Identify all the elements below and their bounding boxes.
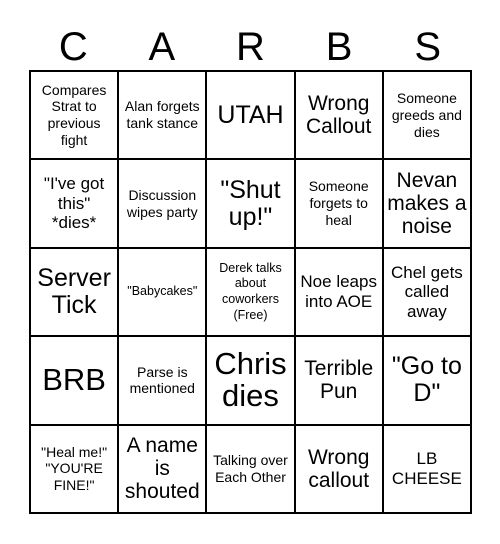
bingo-cell-r1c5[interactable]: Someone greeds and dies <box>383 72 472 161</box>
bingo-cell-label: Noe leaps into AOE <box>300 272 377 311</box>
bingo-cell-label: Parse is mentioned <box>129 363 195 397</box>
bingo-cell-r5c2[interactable]: A name is shouted <box>119 425 208 514</box>
bingo-cell-r3c4[interactable]: Noe leaps into AOE <box>295 248 384 338</box>
bingo-cell-r4c3[interactable]: Chris dies <box>207 337 296 426</box>
bingo-cell-r3c5[interactable]: Chel gets called away <box>383 248 472 338</box>
bingo-cell-label: UTAH <box>217 100 284 129</box>
bingo-cell-label: "Heal me!" "YOU'RE FINE!" <box>41 443 108 494</box>
bingo-cell-label: Server Tick <box>37 263 111 319</box>
bingo-cell-label: "I've got this" *dies* <box>43 174 105 233</box>
bingo-cell-r1c1[interactable]: Compares Strat to previous fight <box>31 72 120 161</box>
bingo-cell-r4c5[interactable]: "Go to D" <box>383 337 472 426</box>
bingo-cell-r2c3[interactable]: "Shut up!" <box>207 160 296 249</box>
bingo-header-letter-3: R <box>236 25 265 69</box>
bingo-cell-label: "Shut up!" <box>220 175 281 231</box>
bingo-cell-r5c3[interactable]: Talking over Each Other <box>207 425 296 514</box>
bingo-cell-label: BRB <box>42 362 106 398</box>
bingo-cell-label: LB CHEESE <box>391 449 462 488</box>
bingo-grid: Compares Strat to previous fight Alan for… <box>29 70 472 514</box>
bingo-cell-label: Wrong callout <box>307 445 370 492</box>
bingo-cell-r4c4[interactable]: Terrible Pun <box>295 337 384 426</box>
bingo-cell-label: Someone forgets to heal <box>308 178 369 228</box>
bingo-cell-label: Terrible Pun <box>304 357 374 404</box>
bingo-header-letter-2: A <box>148 25 176 69</box>
bingo-cell-label: "Babycakes" <box>127 284 198 299</box>
bingo-cell-r5c1[interactable]: "Heal me!" "YOU'RE FINE!" <box>31 425 120 514</box>
bingo-cell-label: A name is shouted <box>124 434 200 504</box>
bingo-header-letter-4: B <box>325 25 353 69</box>
bingo-cell-r1c4[interactable]: Wrong Callout <box>295 72 384 161</box>
bingo-header-letter-5: S <box>414 25 442 69</box>
bingo-cell-r3c2[interactable]: "Babycakes" <box>119 248 208 338</box>
bingo-cell-r3c3[interactable]: Derek talks about coworkers (Free) <box>207 248 296 338</box>
bingo-cell-r4c2[interactable]: Parse is mentioned <box>119 337 208 426</box>
bingo-cell-r2c5[interactable]: Nevan makes a noise <box>383 160 472 249</box>
bingo-cell-label: Wrong Callout <box>306 92 372 139</box>
bingo-cell-label: Derek talks about coworkers (Free) <box>219 260 282 322</box>
bingo-cell-r3c1[interactable]: Server Tick <box>31 248 120 338</box>
bingo-cell-r2c4[interactable]: Someone forgets to heal <box>295 160 384 249</box>
bingo-cell-r5c4[interactable]: Wrong callout <box>295 425 384 514</box>
bingo-cell-label: Someone greeds and dies <box>391 90 462 140</box>
bingo-cell-label: Chel gets called away <box>390 262 463 321</box>
bingo-cell-r2c2[interactable]: Discussion wipes party <box>119 160 208 249</box>
bingo-cell-label: Chris dies <box>214 345 287 414</box>
bingo-header-letter-1: C <box>58 25 88 69</box>
bingo-cell-label: Talking over Each Other <box>213 452 288 485</box>
bingo-cell-r5c5[interactable]: LB CHEESE <box>383 425 472 514</box>
bingo-cell-label: Compares Strat to previous fight <box>41 81 107 148</box>
bingo-header-row: CARBS <box>29 14 472 70</box>
bingo-cell-r2c1[interactable]: "I've got this" *dies* <box>31 160 120 249</box>
bingo-cell-label: Alan forgets tank stance <box>124 98 200 132</box>
bingo-cell-label: Discussion wipes party <box>126 186 198 220</box>
bingo-cell-r4c1[interactable]: BRB <box>31 337 120 426</box>
bingo-cell-label: Nevan makes a noise <box>387 168 467 239</box>
bingo-cell-r1c3[interactable]: UTAH <box>207 72 296 161</box>
bingo-cell-label: "Go to D" <box>391 352 462 408</box>
bingo-card: C A R B S Compares Strat to previous fight Al… <box>0 0 500 544</box>
bingo-cell-r1c2[interactable]: Alan forgets tank stance <box>119 72 208 161</box>
